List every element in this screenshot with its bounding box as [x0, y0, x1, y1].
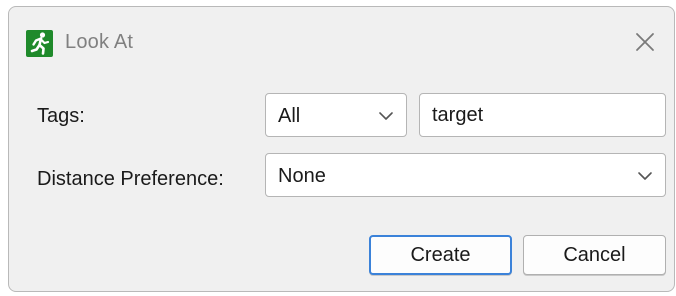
distance-preference-value: None: [278, 165, 326, 187]
dialog-title: Look At: [65, 31, 134, 53]
look-at-dialog: Look At Tags: All Distance Preference: N…: [8, 6, 675, 292]
screen: Look At Tags: All Distance Preference: N…: [0, 0, 676, 296]
title-bar[interactable]: Look At: [9, 7, 674, 69]
chevron-down-icon: [378, 109, 394, 121]
create-button[interactable]: Create: [369, 235, 512, 275]
tags-label: Tags:: [37, 105, 85, 127]
distance-preference-select[interactable]: None: [265, 153, 666, 197]
running-man-icon: [26, 30, 53, 57]
close-icon[interactable]: [630, 27, 660, 57]
distance-preference-label: Distance Preference:: [37, 168, 224, 190]
chevron-down-icon: [637, 169, 653, 181]
tags-mode-value: All: [278, 105, 301, 127]
tags-mode-select[interactable]: All: [265, 93, 407, 137]
tags-input[interactable]: [419, 93, 666, 137]
cancel-button[interactable]: Cancel: [523, 235, 666, 275]
